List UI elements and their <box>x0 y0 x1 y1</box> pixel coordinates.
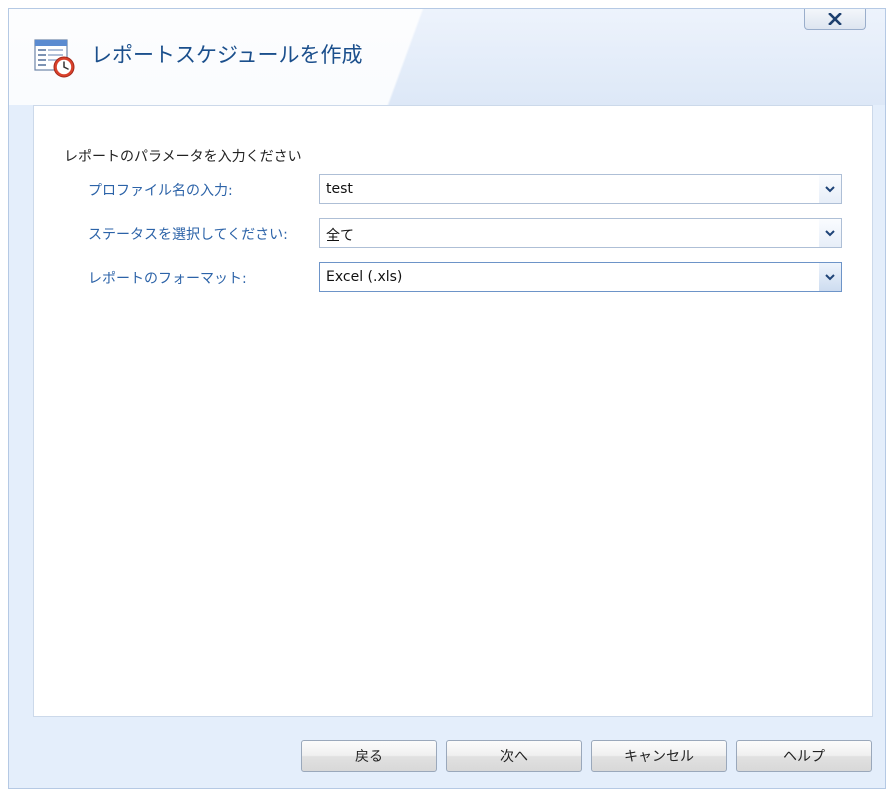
report-format-select[interactable]: Excel (.xls) <box>319 262 842 292</box>
close-button[interactable] <box>804 9 866 30</box>
close-icon <box>828 12 842 25</box>
next-button[interactable]: 次へ <box>446 740 582 772</box>
help-button[interactable]: ヘルプ <box>736 740 872 772</box>
status-label: ステータスを選択してください: <box>88 227 288 243</box>
profile-name-select[interactable]: test <box>319 174 842 204</box>
parameters-panel: レポートのパラメータを入力ください プロファイル名の入力: test ステータス… <box>33 105 873 717</box>
profile-name-dropdown-button[interactable] <box>819 175 841 203</box>
create-report-schedule-dialog: レポートスケジュールを作成 レポートのパラメータを入力ください プロファイル名の… <box>8 8 886 789</box>
cancel-button[interactable]: キャンセル <box>591 740 727 772</box>
dialog-title: レポートスケジュールを作成 <box>91 43 363 67</box>
profile-name-row: プロファイル名の入力: test <box>34 174 874 204</box>
dialog-footer: 戻る 次へ キャンセル ヘルプ <box>9 717 885 788</box>
parameters-intro-text: レポートのパラメータを入力ください <box>64 149 302 165</box>
profile-name-label: プロファイル名の入力: <box>88 183 233 199</box>
chevron-down-icon <box>825 229 835 236</box>
profile-name-value: test <box>326 181 353 197</box>
report-format-value: Excel (.xls) <box>326 269 403 285</box>
report-format-dropdown-button[interactable] <box>819 263 841 291</box>
report-schedule-icon <box>34 39 75 78</box>
status-row: ステータスを選択してください: 全て <box>34 218 874 248</box>
back-button[interactable]: 戻る <box>301 740 437 772</box>
report-format-row: レポートのフォーマット: Excel (.xls) <box>34 262 874 292</box>
chevron-down-icon <box>825 185 835 192</box>
report-format-label: レポートのフォーマット: <box>88 271 247 287</box>
status-value: 全て <box>326 228 354 244</box>
status-dropdown-button[interactable] <box>819 219 841 247</box>
status-select[interactable]: 全て <box>319 218 842 248</box>
chevron-down-icon <box>825 273 835 280</box>
